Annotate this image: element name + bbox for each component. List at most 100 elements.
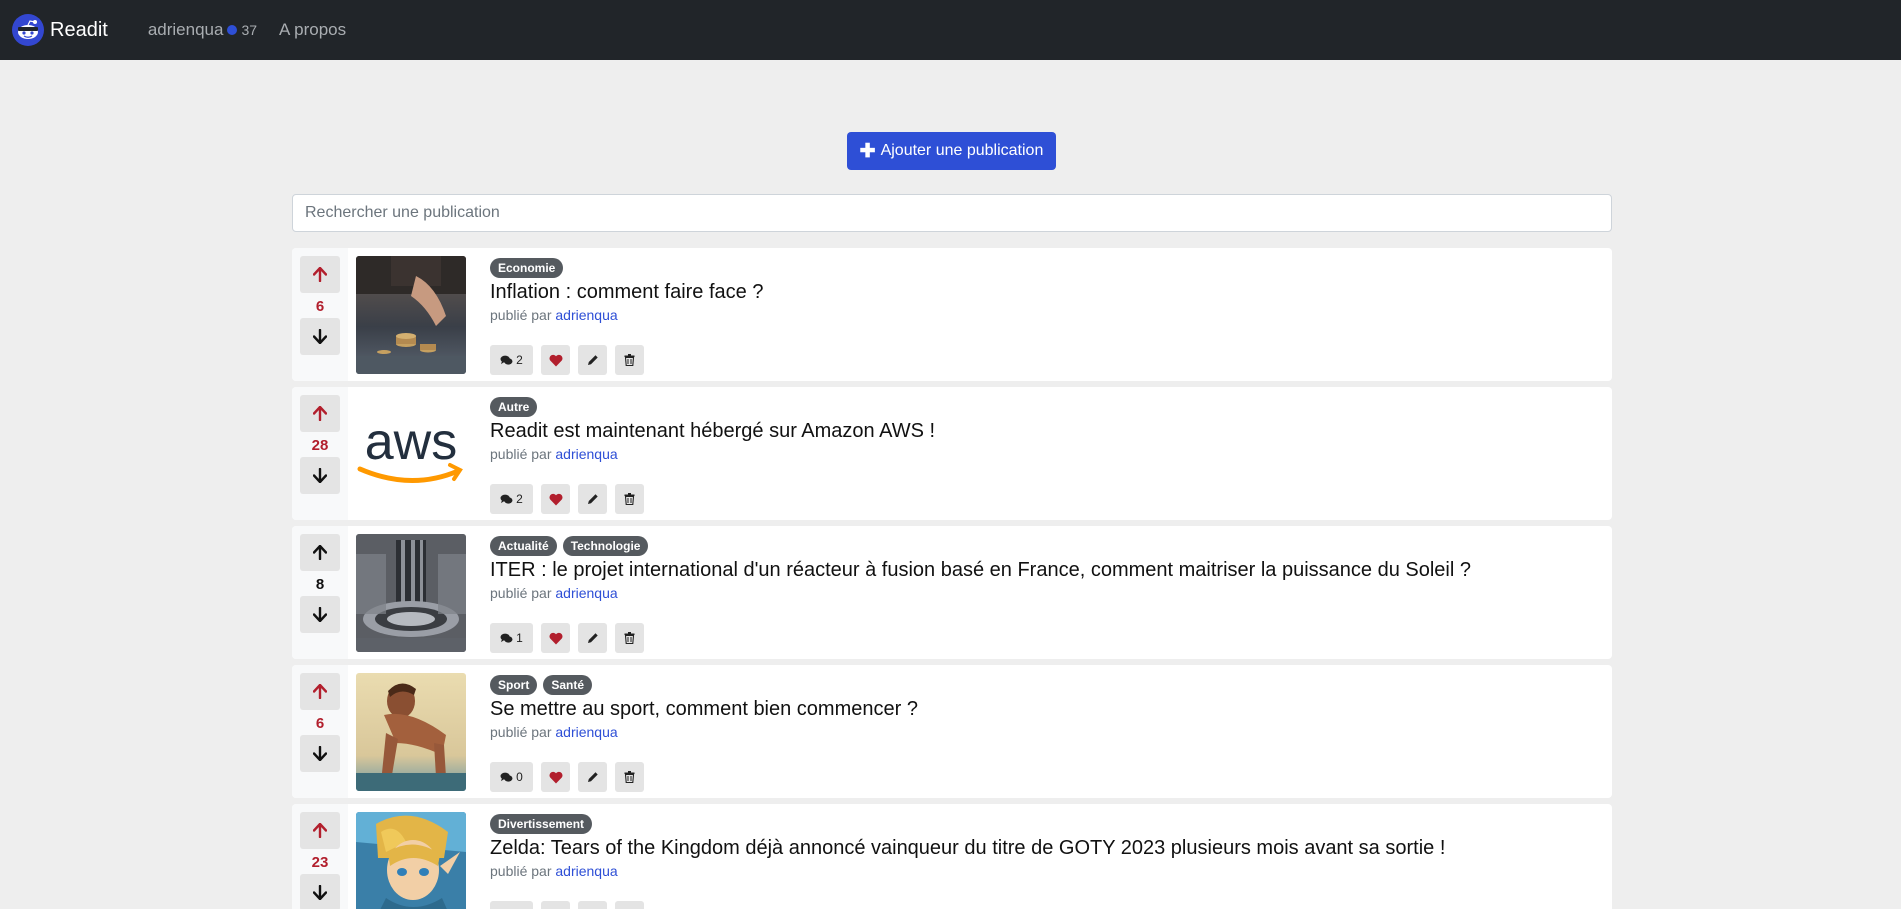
- post-thumbnail[interactable]: [356, 812, 466, 909]
- comments-icon: [500, 494, 513, 504]
- heart-icon: [549, 632, 562, 644]
- category-tag[interactable]: Actualité: [490, 536, 557, 556]
- nav-user-link[interactable]: adrienqua 37: [148, 20, 257, 40]
- like-button[interactable]: [541, 762, 570, 792]
- comment-count: 0: [516, 770, 523, 784]
- post-author-link[interactable]: adrienqua: [555, 307, 617, 323]
- comments-button[interactable]: [490, 901, 533, 909]
- edit-button[interactable]: [578, 623, 607, 653]
- trash-icon: [624, 493, 635, 505]
- navbar: Readit adrienqua 37 A propos: [0, 0, 1901, 60]
- downvote-button[interactable]: [300, 735, 340, 772]
- upvote-button[interactable]: [300, 673, 340, 710]
- like-button[interactable]: [541, 623, 570, 653]
- category-tag[interactable]: Santé: [543, 675, 593, 695]
- category-tag[interactable]: Technologie: [562, 536, 649, 556]
- trash-icon: [624, 771, 635, 783]
- aws-logo-image: aws: [357, 413, 463, 484]
- comments-button[interactable]: 2: [490, 484, 533, 514]
- upvote-button[interactable]: [300, 395, 340, 432]
- search-input[interactable]: [292, 194, 1612, 232]
- downvote-button[interactable]: [300, 318, 340, 355]
- comments-button[interactable]: 1: [490, 623, 533, 653]
- brand-link[interactable]: Readit: [12, 14, 108, 46]
- comments-button[interactable]: 0: [490, 762, 533, 792]
- vote-column: 6: [292, 248, 348, 381]
- post-author-link[interactable]: adrienqua: [555, 724, 617, 740]
- post-title[interactable]: ITER : le projet international d'un réac…: [490, 559, 1471, 582]
- downvote-button[interactable]: [300, 596, 340, 633]
- delete-button[interactable]: [615, 484, 644, 514]
- add-publication-label: Ajouter une publication: [880, 142, 1044, 159]
- pencil-icon: [587, 633, 598, 643]
- post-author-link[interactable]: adrienqua: [555, 585, 617, 601]
- vote-column: 6: [292, 665, 348, 798]
- post-title[interactable]: Readit est maintenant hébergé sur Amazon…: [490, 420, 935, 443]
- category-tag[interactable]: Economie: [490, 258, 564, 278]
- category-tag[interactable]: Divertissement: [490, 814, 593, 834]
- nav-about-link[interactable]: A propos: [279, 20, 346, 40]
- like-button[interactable]: [541, 484, 570, 514]
- post-tags: Economie: [490, 258, 763, 278]
- category-tag[interactable]: Sport: [490, 675, 538, 695]
- post-card: 6 Sport Santé Se mettre au sport, commen…: [292, 665, 1612, 798]
- vote-column: 28: [292, 387, 348, 520]
- byline-prefix: publié par: [490, 446, 552, 462]
- arrow-up-icon: [313, 823, 327, 838]
- post-content: Actualité Technologie ITER : le projet i…: [490, 536, 1471, 601]
- post-content: Sport Santé Se mettre au sport, comment …: [490, 675, 918, 740]
- edit-button[interactable]: [578, 345, 607, 375]
- post-thumbnail[interactable]: [356, 256, 466, 374]
- upvote-button[interactable]: [300, 534, 340, 571]
- post-content: Economie Inflation : comment faire face …: [490, 258, 763, 323]
- vote-column: 8: [292, 526, 348, 659]
- edit-button[interactable]: [578, 901, 607, 909]
- post-tags: Autre: [490, 397, 935, 417]
- delete-button[interactable]: [615, 345, 644, 375]
- like-button[interactable]: [541, 901, 570, 909]
- post-content: Autre Readit est maintenant hébergé sur …: [490, 397, 935, 462]
- post-thumbnail[interactable]: [356, 534, 466, 652]
- arrow-down-icon: [313, 468, 327, 483]
- downvote-button[interactable]: [300, 874, 340, 909]
- arrow-down-icon: [313, 746, 327, 761]
- post-title[interactable]: Inflation : comment faire face ?: [490, 281, 763, 304]
- post-tags: Divertissement: [490, 814, 1445, 834]
- upvote-button[interactable]: [300, 812, 340, 849]
- post-thumbnail[interactable]: aws: [356, 395, 466, 513]
- karma-count: 37: [241, 22, 258, 38]
- edit-button[interactable]: [578, 762, 607, 792]
- post-title[interactable]: Zelda: Tears of the Kingdom déjà annoncé…: [490, 837, 1445, 860]
- post-byline: publié par adrienqua: [490, 585, 1471, 601]
- post-card: 6 Economie Inflation: comment faire fac…: [292, 248, 1612, 381]
- comments-button[interactable]: 2: [490, 345, 533, 375]
- category-tag[interactable]: Autre: [490, 397, 538, 417]
- post-thumbnail[interactable]: [356, 673, 466, 791]
- post-actions: 1: [490, 623, 644, 653]
- post-score: 23: [311, 854, 329, 871]
- arrow-up-icon: [313, 545, 327, 560]
- arrow-down-icon: [313, 885, 327, 900]
- trash-icon: [624, 354, 635, 366]
- delete-button[interactable]: [615, 762, 644, 792]
- arrow-up-icon: [313, 406, 327, 421]
- post-title[interactable]: Se mettre au sport, comment bien commenc…: [490, 698, 918, 721]
- post-actions: 2: [490, 345, 644, 375]
- arrow-down-icon: [313, 607, 327, 622]
- delete-button[interactable]: [615, 623, 644, 653]
- byline-prefix: publié par: [490, 863, 552, 879]
- delete-button[interactable]: [615, 901, 644, 909]
- heart-icon: [549, 771, 562, 783]
- comment-count: 2: [516, 353, 523, 367]
- upvote-button[interactable]: [300, 256, 340, 293]
- post-tags: Actualité Technologie: [490, 536, 1471, 556]
- like-button[interactable]: [541, 345, 570, 375]
- downvote-button[interactable]: [300, 457, 340, 494]
- post-author-link[interactable]: adrienqua: [555, 863, 617, 879]
- add-publication-button[interactable]: ✚ Ajouter une publication: [847, 132, 1056, 170]
- post-author-link[interactable]: adrienqua: [555, 446, 617, 462]
- karma-dot-icon: [227, 25, 238, 35]
- coins-photo-image: [356, 256, 466, 374]
- edit-button[interactable]: [578, 484, 607, 514]
- heart-icon: [549, 354, 562, 366]
